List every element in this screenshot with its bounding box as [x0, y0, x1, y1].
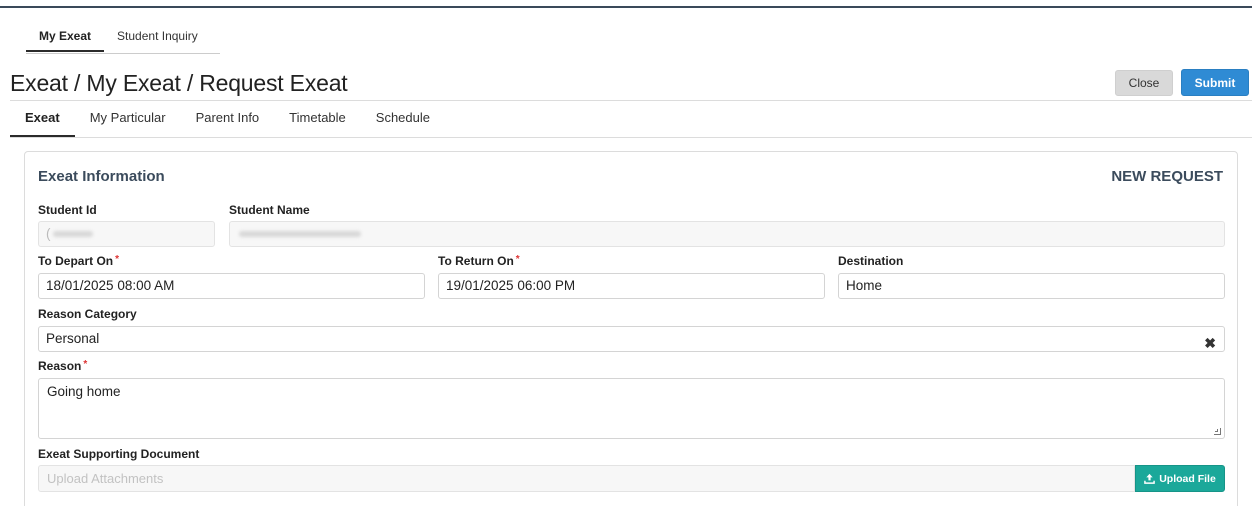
request-status: NEW REQUEST	[1111, 168, 1223, 185]
reason-value: Going home	[47, 384, 121, 399]
close-x-icon[interactable]: ✖	[1204, 331, 1216, 355]
panel-title: Exeat Information	[38, 168, 165, 185]
upload-file-label: Upload File	[1159, 472, 1216, 485]
destination-input[interactable]: Home	[838, 273, 1225, 299]
sub-tabs: Exeat My Particular Parent Info Timetabl…	[10, 110, 445, 137]
attachment-field[interactable]: Upload Attachments	[38, 465, 1135, 492]
module-tabs: My Exeat Student Inquiry	[26, 28, 211, 52]
depart-label-text: To Depart On	[38, 254, 114, 268]
document-label: Exeat Supporting Document	[38, 447, 200, 461]
exeat-information-panel: Exeat Information NEW REQUEST Student Id…	[24, 151, 1238, 506]
close-button[interactable]: Close	[1115, 70, 1173, 96]
reason-label: Reason *	[38, 359, 87, 373]
redacted-value	[53, 231, 93, 237]
destination-label: Destination	[838, 254, 904, 268]
reason-label-text: Reason	[38, 359, 82, 373]
student-id-field: (	[38, 221, 215, 247]
tab-timetable[interactable]: Timetable	[274, 110, 361, 137]
sub-tabs-divider	[10, 137, 1252, 138]
submit-button[interactable]: Submit	[1181, 69, 1249, 96]
student-name-label: Student Name	[229, 203, 310, 217]
student-name-field	[229, 221, 1225, 247]
reason-textarea[interactable]: Going home	[38, 378, 1225, 439]
reason-category-select[interactable]: Personal ✖	[38, 326, 1225, 352]
tab-exeat[interactable]: Exeat	[10, 110, 75, 137]
top-bar	[0, 0, 1252, 8]
upload-file-button[interactable]: Upload File	[1135, 465, 1225, 492]
module-tabs-divider	[26, 53, 220, 54]
redacted-value	[239, 231, 361, 237]
title-divider	[10, 100, 1252, 101]
page-title: Exeat / My Exeat / Request Exeat	[10, 70, 348, 96]
return-label-text: To Return On	[438, 254, 514, 268]
tab-my-exeat[interactable]: My Exeat	[26, 28, 105, 52]
upload-icon	[1144, 473, 1156, 484]
student-id-value: (	[46, 226, 51, 241]
tab-my-particular[interactable]: My Particular	[75, 110, 181, 137]
required-mark: *	[83, 359, 88, 370]
required-mark: *	[515, 254, 520, 265]
tab-schedule[interactable]: Schedule	[361, 110, 445, 137]
return-datetime-input[interactable]: 19/01/2025 06:00 PM	[438, 273, 825, 299]
return-label: To Return On *	[438, 254, 520, 268]
resize-handle-icon[interactable]	[1214, 428, 1221, 435]
required-mark: *	[115, 254, 120, 265]
depart-label: To Depart On *	[38, 254, 119, 268]
reason-category-value: Personal	[46, 331, 100, 346]
tab-parent-info[interactable]: Parent Info	[181, 110, 275, 137]
depart-datetime-input[interactable]: 18/01/2025 08:00 AM	[38, 273, 425, 299]
student-id-label: Student Id	[38, 203, 97, 217]
reason-category-label: Reason Category	[38, 307, 137, 321]
tab-student-inquiry[interactable]: Student Inquiry	[104, 28, 211, 52]
